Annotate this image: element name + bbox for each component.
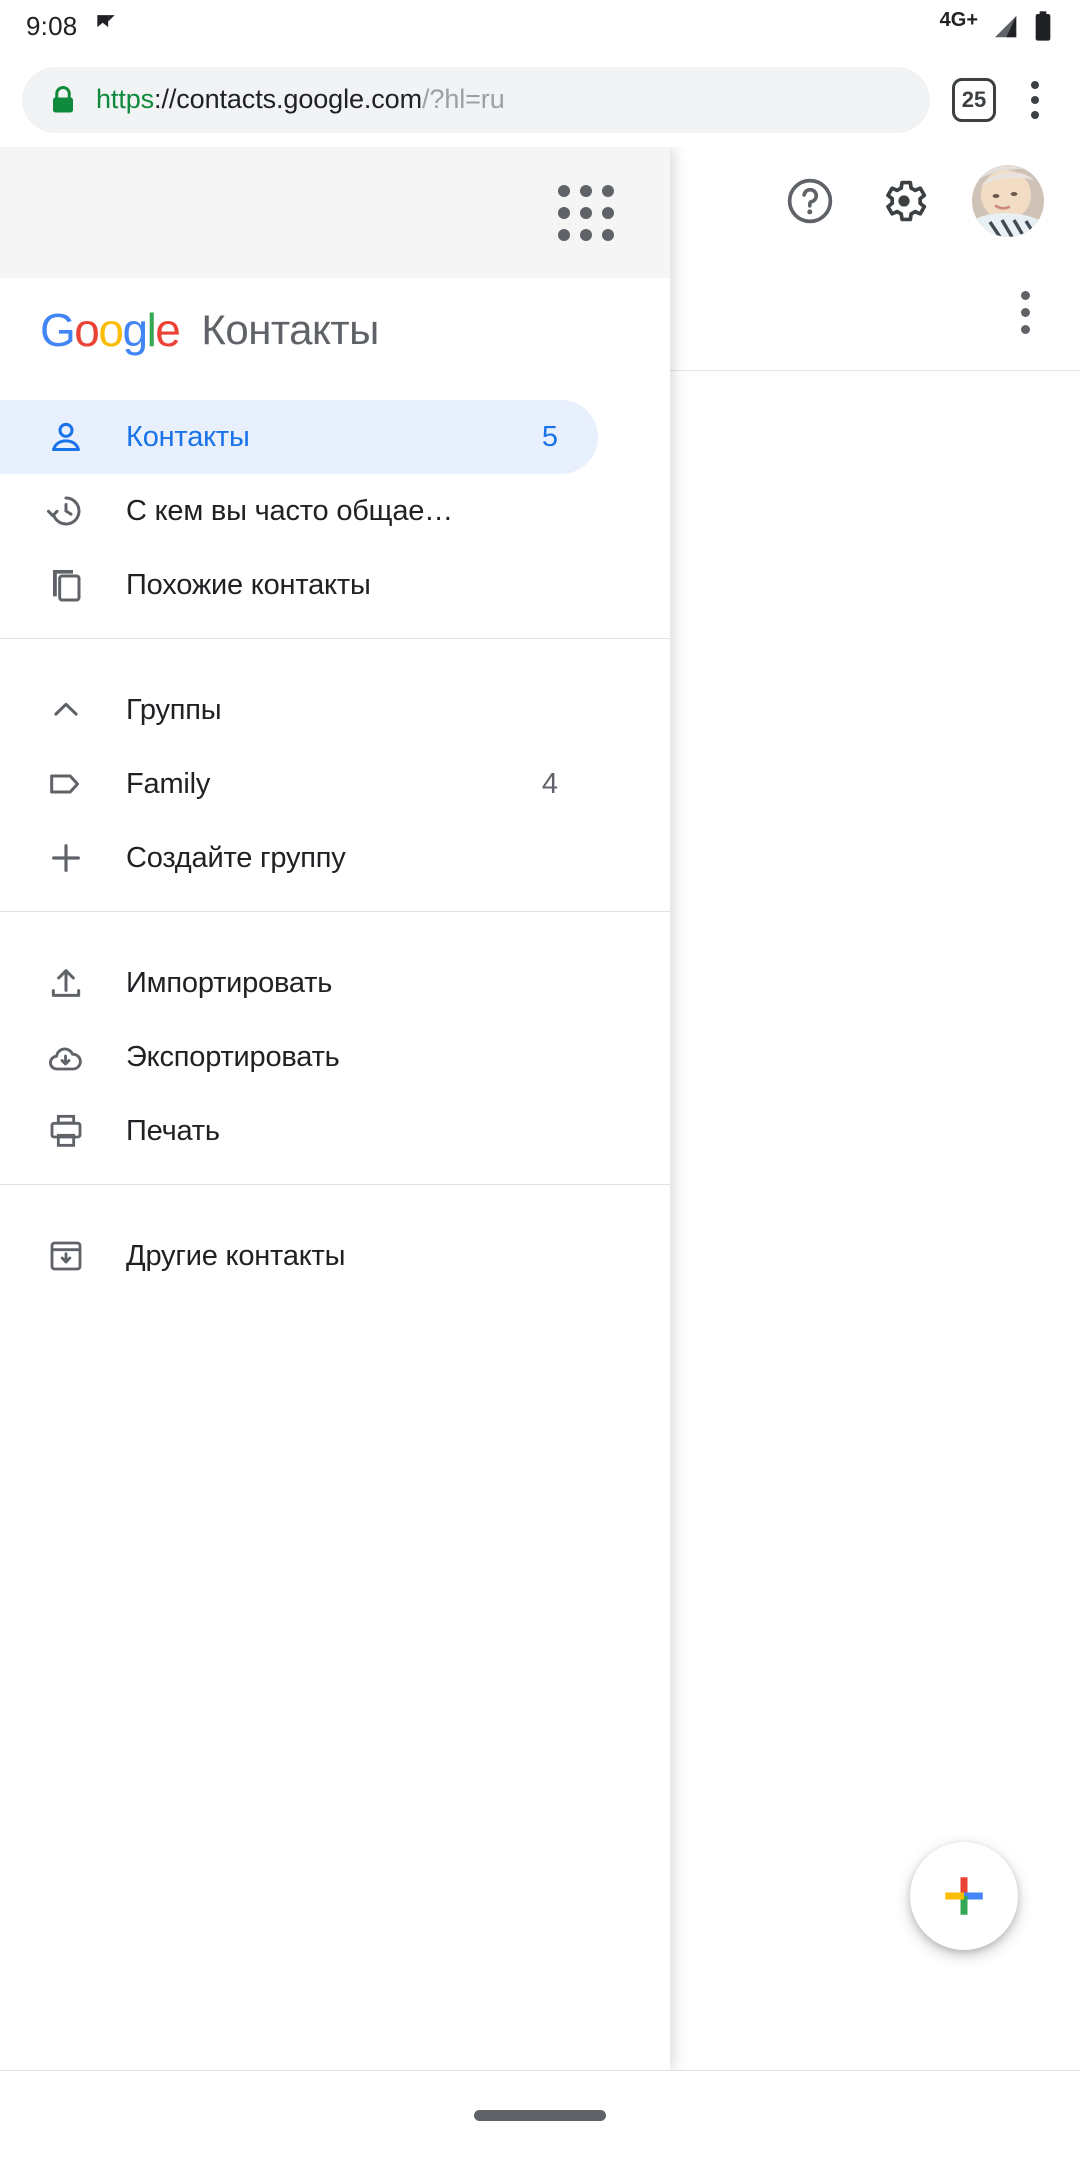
apps-dot — [602, 206, 614, 219]
logo-letter: g — [122, 304, 148, 356]
help-icon[interactable] — [784, 175, 836, 227]
plus-icon — [945, 1877, 983, 1915]
drawer-section-contacts: Контакты 5 С кем вы часто общае… Похожие… — [0, 400, 670, 622]
chevron-up-icon — [46, 690, 86, 730]
url-scheme: https — [96, 84, 155, 114]
url-host: ://contacts.google.com — [154, 84, 422, 114]
brand-header[interactable]: Google Контакты — [0, 278, 670, 382]
navigation-drawer: Google Контакты Контакты 5 С кем вы част… — [0, 147, 670, 2070]
contacts-more-options-button[interactable] — [1021, 290, 1030, 334]
url-query: /?hl=ru — [422, 84, 505, 114]
upload-icon — [46, 963, 86, 1003]
tab-switcher-button[interactable]: 25 — [952, 77, 996, 122]
status-bar-right: 4G+ — [939, 8, 1054, 42]
sidebar-item-label: Импортировать — [126, 966, 333, 999]
google-logo: Google — [40, 303, 181, 357]
divider — [0, 911, 670, 912]
duplicate-icon — [46, 565, 86, 605]
sidebar-item-label: С кем вы часто общае… — [126, 494, 453, 527]
kebab-dot — [1031, 80, 1039, 89]
sidebar-item-groups[interactable]: Группы — [0, 673, 598, 747]
logo-letter: e — [155, 304, 181, 356]
logo-letter: o — [74, 304, 100, 356]
web-page-viewport: Google Контакты Контакты 5 С кем вы част… — [0, 147, 1080, 2070]
home-indicator[interactable] — [474, 2110, 606, 2121]
avatar-image — [972, 164, 1044, 237]
sidebar-item-export[interactable]: Экспортировать — [0, 1020, 598, 1094]
divider — [0, 1184, 670, 1185]
sidebar-item-other-contacts[interactable]: Другие контакты — [0, 1219, 598, 1293]
status-clock: 9:08 — [26, 10, 78, 41]
sidebar-item-label: Группы — [126, 693, 222, 726]
browser-menu-button[interactable] — [1012, 80, 1058, 119]
apps-dot — [580, 184, 592, 197]
android-status-bar: 9:08 4G+ — [0, 0, 1080, 52]
status-bar-left: 9:08 — [26, 11, 119, 42]
drawer-section-other: Другие контакты — [0, 1219, 670, 1293]
app-notification-icon — [97, 15, 116, 28]
apps-grid-icon[interactable] — [558, 184, 614, 241]
apps-dot — [580, 228, 592, 241]
sidebar-item-label: Похожие контакты — [126, 568, 371, 601]
sidebar-item-create-group[interactable]: Создайте группу — [0, 821, 598, 895]
archive-down-icon — [46, 1236, 86, 1276]
sidebar-item-frequently-contacted[interactable]: С кем вы часто общае… — [0, 474, 598, 548]
browser-toolbar: https://contacts.google.com/?hl=ru 25 — [0, 52, 1080, 147]
sidebar-item-contacts[interactable]: Контакты 5 — [0, 400, 598, 474]
system-navigation-bar — [0, 2070, 1080, 2160]
sidebar-item-duplicates[interactable]: Похожие контакты — [0, 548, 598, 622]
url-text: https://contacts.google.com/?hl=ru — [96, 84, 505, 115]
create-contact-fab[interactable] — [910, 1842, 1018, 1950]
sidebar-item-label: Печать — [126, 1114, 220, 1147]
avatar[interactable] — [972, 164, 1044, 237]
apps-dot — [580, 206, 592, 219]
sidebar-item-label: Family — [126, 767, 211, 800]
sidebar-item-import[interactable]: Импортировать — [0, 946, 598, 1020]
apps-dot — [558, 228, 570, 241]
kebab-dot — [1021, 307, 1030, 317]
app-title: Контакты — [201, 306, 379, 353]
divider — [0, 638, 670, 639]
plus-icon — [46, 838, 86, 878]
tag-icon — [46, 764, 86, 804]
apps-dot — [558, 184, 570, 197]
drawer-section-groups: Группы Family 4 Создайте группу — [0, 673, 670, 895]
lock-icon — [53, 85, 73, 112]
kebab-dot — [1031, 110, 1039, 119]
sidebar-item-print[interactable]: Печать — [0, 1094, 598, 1168]
apps-dot — [602, 228, 614, 241]
logo-letter: l — [146, 304, 157, 356]
logo-letter: G — [40, 304, 76, 356]
sidebar-item-family[interactable]: Family 4 — [0, 747, 598, 821]
kebab-dot — [1021, 324, 1030, 334]
sidebar-item-label: Другие контакты — [126, 1239, 346, 1272]
network-type-label: 4G+ — [939, 8, 978, 31]
logo-letter: o — [98, 304, 124, 356]
signal-icon — [995, 16, 1017, 38]
battery-icon — [1035, 11, 1051, 41]
url-bar[interactable]: https://contacts.google.com/?hl=ru — [22, 66, 930, 133]
person-icon — [46, 417, 86, 457]
apps-dot — [558, 206, 570, 219]
kebab-dot — [1031, 95, 1039, 104]
sidebar-item-count: 4 — [541, 767, 558, 800]
cloud-download-icon — [46, 1037, 86, 1077]
sidebar-item-label: Контакты — [126, 420, 250, 453]
kebab-dot — [1021, 290, 1030, 300]
apps-dot — [602, 184, 614, 197]
sidebar-item-label: Экспортировать — [126, 1040, 340, 1073]
gear-icon[interactable] — [878, 175, 930, 227]
history-icon — [46, 491, 86, 531]
sidebar-item-count: 5 — [541, 420, 558, 453]
drawer-section-tools: Импортировать Экспортировать Печать — [0, 946, 670, 1168]
drawer-header — [0, 147, 670, 278]
printer-icon — [46, 1111, 86, 1151]
sidebar-item-label: Создайте группу — [126, 841, 346, 874]
